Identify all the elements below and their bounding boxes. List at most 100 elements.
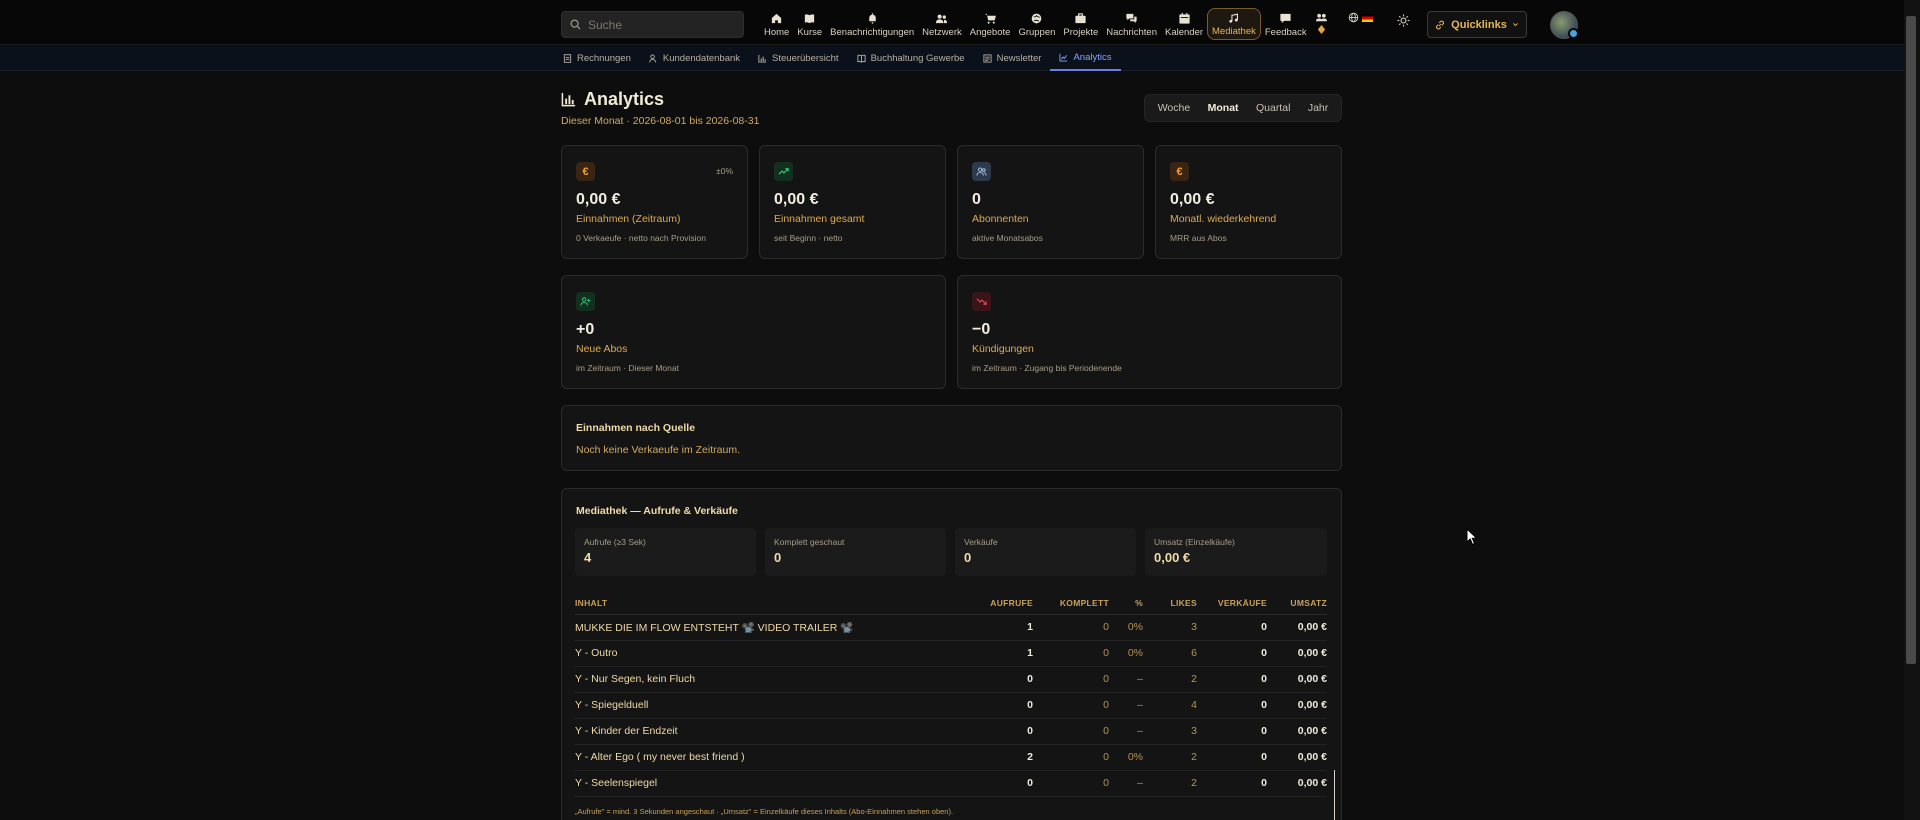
cell-percent: –: [1109, 770, 1143, 797]
cell-aufrufe: 2: [975, 744, 1033, 771]
users-icon: [936, 14, 948, 24]
col-komplett[interactable]: KOMPLETT: [1033, 592, 1109, 615]
cell-percent: 0%: [1109, 744, 1143, 771]
kpi-card-mrr: € 0,00 € Monatl. wiederkehrend MRR aus A…: [1155, 145, 1342, 259]
cell-komplett: 0: [1033, 770, 1109, 797]
table-scroll-indicator[interactable]: [1334, 770, 1335, 820]
euro-icon: €: [576, 162, 595, 181]
link-icon: [1436, 20, 1445, 29]
cell-percent: 0%: [1109, 640, 1143, 667]
kpi-label: Kündigungen: [972, 343, 1034, 355]
tab-kundendatenbank[interactable]: Kundendatenbank: [649, 46, 748, 71]
table-row[interactable]: Y - Alter Ego ( my never best friend ) 2…: [575, 744, 1327, 771]
cell-verkaeufe: 0: [1197, 614, 1267, 641]
table-row[interactable]: Y - Outro 1 0 0% 6 0 0,00 €: [575, 640, 1327, 667]
col-aufrufe[interactable]: AUFRUFE: [975, 592, 1033, 615]
briefcase-icon: [1075, 13, 1086, 24]
table-row[interactable]: MUKKE DIE IM FLOW ENTSTEHT 📽️ VIDEO TRAI…: [575, 614, 1327, 641]
period-selector: Woche Monat Quartal Jahr: [1144, 94, 1342, 122]
cell-komplett: 0: [1033, 640, 1109, 667]
kpi-value: +0: [576, 321, 595, 338]
media-table: INHALT AUFRUFE KOMPLETT % LIKES VERKÄUFE…: [575, 592, 1327, 797]
language-switch[interactable]: [1348, 12, 1373, 23]
home-icon: [772, 13, 782, 24]
tab-rechnungen[interactable]: Rechnungen: [563, 46, 639, 71]
kpi-sub: 0 Verkaeufe · netto nach Provision: [576, 233, 706, 243]
search-icon: [570, 19, 581, 30]
users-icon: [972, 162, 991, 181]
period-jahr[interactable]: Jahr: [1302, 98, 1334, 118]
nav-kalender[interactable]: Kalender: [1161, 8, 1207, 40]
cell-title: MUKKE DIE IM FLOW ENTSTEHT 📽️ VIDEO TRAI…: [575, 614, 975, 641]
nav-label: Feedback: [1264, 27, 1307, 38]
cell-komplett: 0: [1033, 692, 1109, 719]
cell-likes: 2: [1143, 744, 1197, 771]
nav-nachrichten[interactable]: Nachrichten: [1102, 8, 1161, 40]
cell-likes: 2: [1143, 770, 1197, 797]
nav-feedback[interactable]: Feedback: [1261, 8, 1311, 40]
cell-aufrufe: 0: [975, 770, 1033, 797]
search-input[interactable]: [588, 17, 728, 32]
stat-value: 4: [584, 550, 592, 565]
nav-label: Gruppen: [1018, 27, 1056, 38]
sub-nav: Rechnungen Kundendatenbank Steuerübersic…: [0, 46, 1920, 71]
col-umsatz[interactable]: UMSATZ: [1267, 592, 1327, 615]
nav-gruppen[interactable]: Gruppen: [1014, 8, 1059, 40]
stat-komplett: Komplett geschaut 0: [765, 528, 946, 576]
sun-icon: [1397, 14, 1410, 27]
stat-value: 0: [964, 550, 972, 565]
page-scrollbar-thumb[interactable]: [1906, 16, 1916, 664]
nav-home[interactable]: Home: [760, 8, 793, 40]
nav-benachrichtigungen[interactable]: Benachrichtigungen: [826, 8, 918, 40]
col-inhalt[interactable]: INHALT: [575, 592, 975, 615]
line-chart-icon: [1059, 53, 1068, 62]
kpi-label: Neue Abos: [576, 343, 628, 355]
newsletter-icon: [983, 54, 992, 63]
nav-kurse[interactable]: Kurse: [793, 8, 826, 40]
col-likes[interactable]: LIKES: [1143, 592, 1197, 615]
col-verkaeufe[interactable]: VERKÄUFE: [1197, 592, 1267, 615]
cart-icon: [984, 13, 996, 24]
trend-down-icon: [972, 292, 991, 311]
tab-analytics[interactable]: Analytics: [1050, 46, 1122, 71]
cell-umsatz: 0,00 €: [1267, 640, 1327, 667]
user-plus-icon: [576, 292, 595, 311]
table-row[interactable]: Y - Nur Segen, kein Fluch 0 0 – 2 0 0,00…: [575, 666, 1327, 693]
search-box[interactable]: [561, 11, 744, 38]
tab-label: Kundendatenbank: [662, 53, 741, 64]
period-monat[interactable]: Monat: [1202, 98, 1245, 118]
nav-label: Projekte: [1063, 27, 1099, 38]
table-row[interactable]: Y - Kinder der Endzeit 0 0 – 3 0 0,00 €: [575, 718, 1327, 745]
cell-title: Y - Seelenspiegel: [575, 770, 975, 797]
table-row[interactable]: Y - Seelenspiegel 0 0 – 2 0 0,00 €: [575, 770, 1327, 797]
tab-steueruebersicht[interactable]: Steuerübersicht: [758, 46, 847, 71]
tab-buchhaltung-gewerbe[interactable]: Buchhaltung Gewerbe: [857, 46, 973, 71]
stat-aufrufe: Aufrufe (≥3 Sek) 4: [575, 528, 756, 576]
book-icon: [805, 14, 815, 24]
nav-mediathek[interactable]: Mediathek: [1207, 8, 1261, 40]
cell-umsatz: 0,00 €: [1267, 770, 1327, 797]
nav-netzwerk[interactable]: Netzwerk: [918, 8, 966, 40]
stat-value: 0,00 €: [1154, 550, 1191, 565]
cell-umsatz: 0,00 €: [1267, 718, 1327, 745]
cell-percent: –: [1109, 666, 1143, 693]
nav-projekte[interactable]: Projekte: [1059, 8, 1102, 40]
cell-verkaeufe: 0: [1197, 770, 1267, 797]
nav-angebote[interactable]: Angebote: [966, 8, 1015, 40]
table-row[interactable]: Y - Spiegelduell 0 0 – 4 0 0,00 €: [575, 692, 1327, 719]
ledger-icon: [857, 54, 866, 63]
nav-community[interactable]: [1311, 8, 1332, 40]
page-title: Analytics: [561, 89, 664, 110]
tab-newsletter[interactable]: Newsletter: [983, 46, 1050, 71]
cell-verkaeufe: 0: [1197, 744, 1267, 771]
cell-umsatz: 0,00 €: [1267, 692, 1327, 719]
period-quartal[interactable]: Quartal: [1250, 98, 1296, 118]
theme-toggle[interactable]: [1397, 14, 1410, 27]
quicklinks-button[interactable]: Quicklinks: [1427, 11, 1527, 38]
col-percent[interactable]: %: [1109, 592, 1143, 615]
cell-aufrufe: 0: [975, 692, 1033, 719]
kpi-label: Einnahmen (Zeitraum): [576, 213, 681, 225]
period-woche[interactable]: Woche: [1152, 98, 1197, 118]
stat-label: Aufrufe (≥3 Sek): [584, 537, 646, 547]
cell-komplett: 0: [1033, 718, 1109, 745]
